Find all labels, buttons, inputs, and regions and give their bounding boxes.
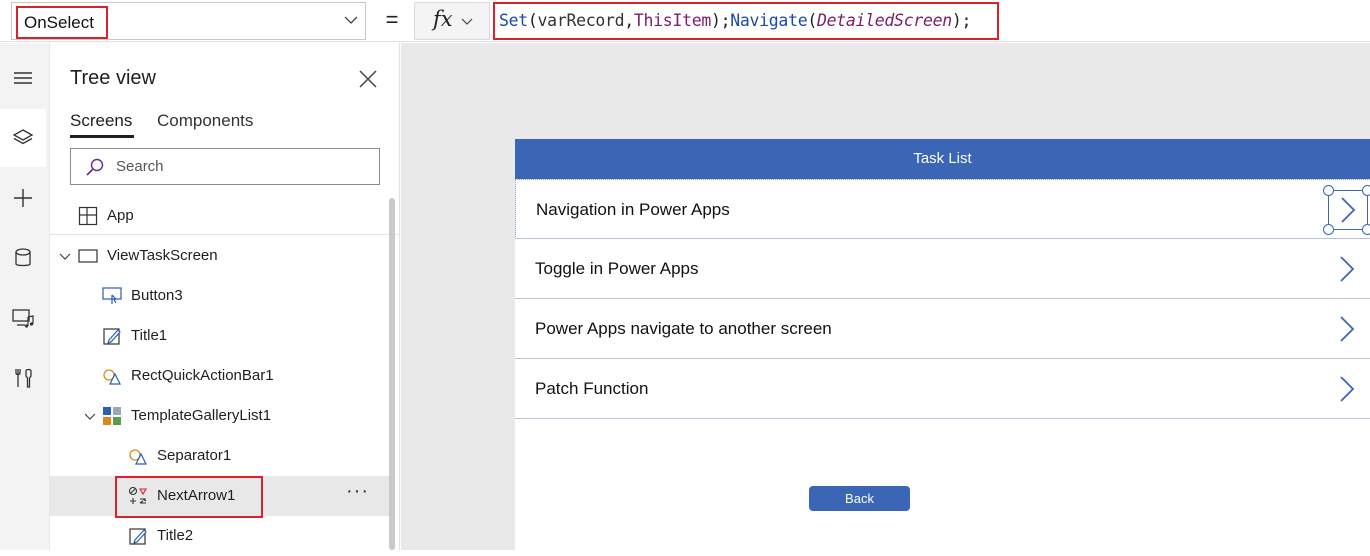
media-button[interactable] [0,289,46,347]
tree-node-templategallerylist1[interactable]: TemplateGalleryList1 [50,396,390,436]
fx-button[interactable]: fx [414,2,490,40]
left-rail [0,43,50,550]
insert-button[interactable] [0,169,46,227]
layers-icon [12,129,34,145]
tree-node-rectquickactionbar1[interactable]: RectQuickActionBar1 [50,356,390,396]
tree-divider [50,234,400,235]
tree-node-title2[interactable]: Title2 [50,516,390,556]
chevron-down-icon [461,18,473,25]
resize-handle[interactable] [1362,185,1370,196]
tree-node-label: Title2 [157,527,194,544]
formula-token-paren: ( [807,11,817,30]
tab-screens[interactable]: Screens [70,111,132,131]
formula-input[interactable]: Set(varRecord,ThisItem);Navigate(Detaile… [493,2,999,40]
tree-node-nextarrow1[interactable]: NextArrow1 ··· [50,476,390,518]
tree-node-viewtaskscreen[interactable]: ViewTaskScreen [50,236,390,276]
tree-node-title1[interactable]: Title1 [50,316,390,356]
plus-icon [14,189,32,207]
resize-handle[interactable] [1323,185,1334,196]
formula-token-navigate: Navigate [730,11,808,30]
search-placeholder: Search [116,158,164,175]
tree-node-separator1[interactable]: Separator1 [50,436,390,476]
tree-node-label: NextArrow1 [157,487,236,504]
shapes-icon [103,369,121,385]
property-dropdown[interactable]: OnSelect [11,2,366,40]
tree-node-label: Button3 [131,287,183,304]
tree-node-label: ViewTaskScreen [107,247,218,264]
more-options-button[interactable]: ··· [346,480,369,503]
formula-token-paren: ( [527,11,538,30]
resize-handle[interactable] [1323,224,1334,235]
tools-icon [15,368,32,388]
data-button[interactable] [0,229,46,287]
hamburger-menu-button[interactable] [0,49,46,107]
shapes-icon [129,449,147,465]
tree-node-label: RectQuickActionBar1 [131,367,274,384]
hamburger-icon [14,72,32,84]
formula-token-variable: varRecord [537,11,625,30]
close-icon[interactable] [357,68,379,90]
gallery-item[interactable]: Power Apps navigate to another screen [515,299,1370,359]
fx-icon: fx [433,7,453,31]
tree-view-panel: Tree view Screens Components Search App … [50,43,400,550]
tree-node-label: Separator1 [157,447,232,464]
gallery-icon [103,407,121,425]
formula-token-close: ); [951,11,972,30]
gallery-item-title: Patch Function [535,379,649,398]
app-screen-preview: Task List Navigation in Power Apps Toggl… [515,139,1370,550]
app-header: Task List [515,139,1370,179]
chevron-right-icon[interactable] [1337,375,1357,403]
equals-sign: = [385,7,399,32]
gallery-item[interactable]: Patch Function [515,359,1370,419]
tree-view-title: Tree view [70,67,156,89]
tree-view-button[interactable] [0,109,46,167]
tree-scrollbar[interactable] [389,198,395,550]
tree-node-label: App [107,207,134,224]
database-icon [15,248,31,267]
formula-token-comma: , [624,11,634,30]
gallery-item[interactable]: Navigation in Power Apps [515,179,1370,239]
tree-node-label: Title1 [131,327,168,344]
gallery-item[interactable]: Toggle in Power Apps [515,239,1370,299]
app-grid-icon [78,206,98,226]
button-control-icon [102,287,122,304]
edit-label-icon [103,328,121,345]
gallery-item-title: Power Apps navigate to another screen [535,319,832,338]
formula-bar: OnSelect = fx Set(varRecord,ThisItem);Na… [0,0,1370,42]
chevron-down-icon[interactable] [84,410,96,422]
chevron-down-icon [344,16,358,24]
tree-node-app[interactable]: App [50,196,390,236]
search-icon [86,158,104,176]
formula-token-close: ); [710,11,731,30]
search-input[interactable]: Search [70,148,380,185]
gallery-item-title: Navigation in Power Apps [536,200,730,219]
media-icon [12,309,34,328]
screen-icon [78,249,98,263]
tab-underline [70,135,134,138]
back-button[interactable]: Back [809,486,910,511]
formula-token-screen: DetailedScreen [816,11,952,30]
chevron-right-icon[interactable] [1337,315,1357,343]
edit-label-icon [129,528,147,545]
gallery-item-title: Toggle in Power Apps [535,259,699,278]
tree-node-label: TemplateGalleryList1 [131,407,272,424]
icon-control-icon [128,486,147,504]
canvas-area: Task List Navigation in Power Apps Toggl… [401,43,1370,550]
tab-components[interactable]: Components [157,111,253,131]
advanced-tools-button[interactable] [0,349,46,407]
formula-token-thisitem: ThisItem [633,11,711,30]
chevron-down-icon[interactable] [59,250,71,262]
resize-handle[interactable] [1362,224,1370,235]
formula-token-set: Set [499,11,528,30]
chevron-right-icon[interactable] [1338,196,1358,224]
tree-node-button3[interactable]: Button3 [50,276,390,316]
chevron-right-icon[interactable] [1337,255,1357,283]
property-value: OnSelect [16,6,108,39]
